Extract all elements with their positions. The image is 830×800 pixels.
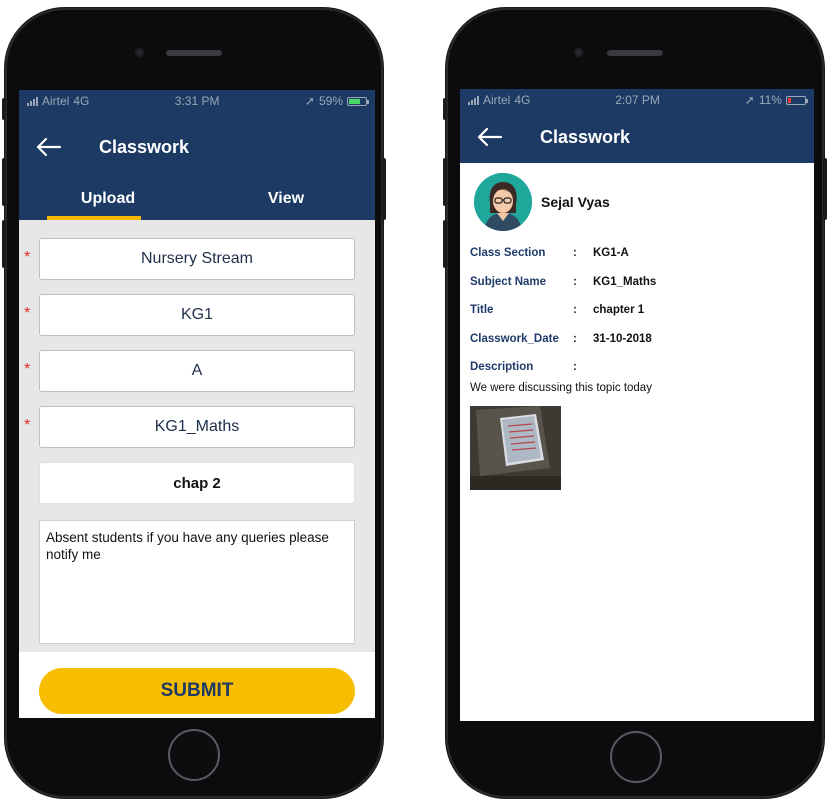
required-marker: *	[24, 417, 31, 434]
detail-separator: :	[573, 332, 577, 345]
detail-row: Subject Name : KG1_Maths	[470, 268, 814, 297]
tab-bar: Upload View	[19, 180, 375, 220]
mute-switch	[443, 98, 447, 120]
network-label: 4G	[514, 93, 531, 107]
status-bar: Airtel 4G 2:07 PM ➚ 11%	[460, 89, 814, 111]
detail-label: Class Section	[470, 247, 546, 260]
detail-row: Title : chapter 1	[470, 296, 814, 325]
attachment-image[interactable]	[470, 405, 561, 490]
detail-label: Description	[470, 361, 534, 374]
detail-label: Classwork_Date	[470, 332, 559, 345]
upload-form: * Nursery Stream * KG1 * A * KG1_Maths c…	[19, 220, 375, 652]
earpiece-speaker	[166, 50, 222, 56]
subject-select[interactable]: KG1_Maths	[39, 406, 355, 448]
location-icon: ➚	[744, 93, 755, 107]
page-title: Classwork	[99, 136, 190, 157]
back-arrow-icon[interactable]	[19, 127, 79, 167]
right-phone: Airtel 4G 2:07 PM ➚ 11% Classwork Sejal …	[443, 8, 827, 798]
detail-separator: :	[573, 361, 577, 374]
detail-label: Title	[470, 304, 494, 317]
classwork-details: Class Section : KG1-A Subject Name : KG1…	[460, 239, 814, 382]
volume-down-button	[443, 220, 447, 268]
detail-value: chapter 1	[593, 304, 645, 317]
power-button	[382, 158, 386, 220]
mute-switch	[2, 98, 6, 120]
tab-view[interactable]: View	[197, 180, 375, 220]
detail-separator: :	[573, 304, 577, 317]
submit-button[interactable]: SUBMIT	[39, 668, 355, 714]
detail-row: Description :	[470, 353, 814, 382]
required-marker: *	[24, 249, 31, 266]
app-bar: Classwork	[19, 112, 375, 180]
signal-icon	[27, 96, 38, 106]
location-icon: ➚	[304, 94, 315, 108]
left-screen: Airtel 4G 3:31 PM ➚ 59% Classwork Upload…	[19, 90, 375, 718]
home-button	[168, 729, 220, 781]
battery-icon	[347, 96, 369, 106]
detail-value: KG1_Maths	[593, 275, 657, 288]
carrier-label: Airtel	[42, 94, 70, 108]
section-select[interactable]: A	[39, 350, 355, 392]
carrier-label: Airtel	[483, 93, 511, 107]
detail-value: 31-10-2018	[593, 332, 652, 345]
required-marker: *	[24, 305, 31, 322]
page-title: Classwork	[540, 126, 631, 147]
volume-up-button	[2, 158, 6, 206]
detail-value: KG1-A	[593, 247, 629, 260]
battery-icon	[785, 95, 808, 105]
battery-percent: 11%	[758, 93, 782, 107]
detail-separator: :	[573, 275, 577, 288]
title-input[interactable]: chap 2	[39, 462, 355, 504]
required-marker: *	[24, 361, 31, 378]
avatar	[474, 173, 532, 231]
signal-icon	[468, 95, 479, 105]
battery-percent: 59%	[318, 94, 343, 108]
status-bar: Airtel 4G 3:31 PM ➚ 59%	[19, 90, 375, 112]
status-time: 2:07 PM	[615, 93, 660, 107]
network-label: 4G	[73, 94, 90, 108]
detail-row: Class Section : KG1-A	[470, 239, 814, 268]
description-textarea[interactable]: Absent students if you have any queries …	[39, 520, 355, 644]
detail-row: Classwork_Date : 31-10-2018	[470, 325, 814, 354]
class-select[interactable]: KG1	[39, 294, 355, 336]
submit-area: SUBMIT	[19, 652, 375, 714]
stream-select[interactable]: Nursery Stream	[39, 238, 355, 280]
right-screen: Airtel 4G 2:07 PM ➚ 11% Classwork Sejal …	[460, 89, 814, 721]
volume-up-button	[443, 158, 447, 206]
front-camera	[574, 48, 583, 57]
detail-label: Subject Name	[470, 275, 547, 288]
tab-upload[interactable]: Upload	[19, 180, 197, 220]
left-phone: Airtel 4G 3:31 PM ➚ 59% Classwork Upload…	[2, 8, 386, 798]
detail-separator: :	[573, 247, 577, 260]
front-camera	[135, 48, 144, 57]
student-name: Sejal Vyas	[541, 194, 610, 210]
home-button	[610, 731, 662, 783]
description-text: We were discussing this topic today	[470, 381, 652, 394]
earpiece-speaker	[607, 50, 663, 56]
power-button	[823, 158, 827, 220]
status-time: 3:31 PM	[174, 94, 220, 108]
app-bar: Classwork	[460, 111, 814, 163]
back-arrow-icon[interactable]	[460, 117, 520, 157]
volume-down-button	[2, 220, 6, 268]
student-profile: Sejal Vyas	[460, 163, 814, 241]
